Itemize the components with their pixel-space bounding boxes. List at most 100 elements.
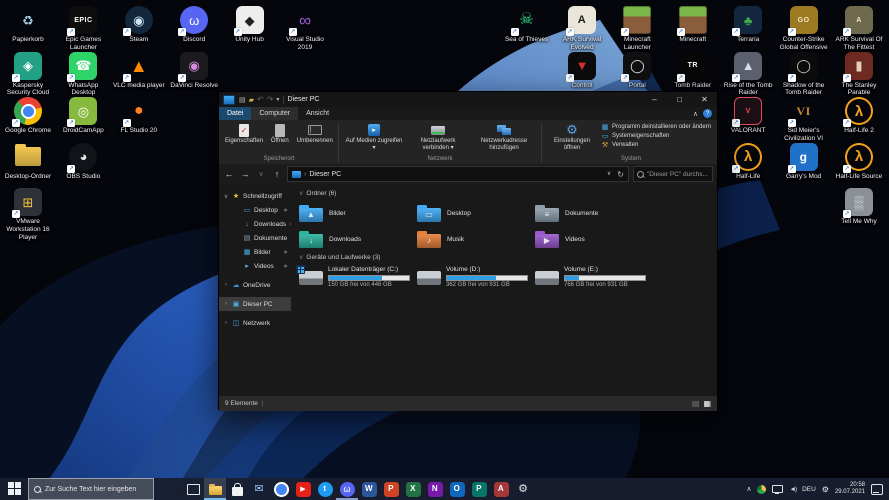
network-icon[interactable]: [772, 485, 783, 493]
taskbar-icon-chrome[interactable]: [270, 478, 292, 500]
up-icon[interactable]: ↑: [271, 169, 283, 179]
taskbar-icon-excel[interactable]: X: [402, 478, 424, 500]
language-indicator[interactable]: DEU: [802, 486, 816, 493]
tree-chevron-icon[interactable]: ›: [223, 301, 229, 307]
taskbar-icon-publisher[interactable]: P: [468, 478, 490, 500]
desktop-icon-vmware-workstation-16-player[interactable]: ⊞↗ VMware Workstation 16 Player: [1, 188, 55, 241]
desktop-icon-recycle-bin[interactable]: ♻ Papierkorb: [1, 6, 55, 44]
eigenschaften-button[interactable]: ✓ Eigenschaften: [223, 122, 265, 146]
redo-icon[interactable]: ↷: [267, 95, 274, 104]
desktop-icon-garrys-mod[interactable]: g↗ Garry's Mod: [777, 143, 831, 181]
netzwerkadresse-hinzufuegen-button[interactable]: Netzwerkadresse hinzufügen: [470, 122, 538, 152]
desktop-icon-ark-survival-evolved[interactable]: A↗ ARK Survival Evolved: [555, 6, 609, 52]
sidebar-item-netzwerk[interactable]: › ◫ Netzwerk: [219, 316, 291, 330]
properties-quick-icon[interactable]: ▤: [239, 96, 246, 104]
desktop-icon-half-life[interactable]: λ↗ Half-Life: [721, 143, 775, 181]
taskbar-icon-mail[interactable]: ✉: [248, 478, 270, 500]
minimize-button[interactable]: –: [642, 92, 667, 107]
close-button[interactable]: ✕: [692, 92, 717, 107]
titlebar[interactable]: ▤ ▰ ↶ ↷ ▾ | Dieser PC – □ ✕: [219, 92, 717, 107]
desktop-icon-obs-studio[interactable]: ◕↗ OBS Studio: [56, 143, 110, 181]
explorer-search-input[interactable]: "Dieser PC" durchs...: [633, 166, 713, 182]
sidebar-item-onedrive[interactable]: › ☁ OneDrive: [219, 278, 291, 292]
sidebar-item-videos[interactable]: ▸ Videos ∗: [219, 259, 291, 273]
address-bar[interactable]: › Dieser PC ∨ ↻: [287, 166, 629, 182]
desktop-icon-tell-me-why[interactable]: ▒↗ Tell Me Why: [832, 188, 886, 226]
desktop-icon-minecraft[interactable]: ↗ Minecraft: [666, 6, 720, 44]
drives-group-header[interactable]: ∨ Geräte und Laufwerke (3): [299, 254, 717, 261]
desktop-icon-sid-meiers-civilization-vi[interactable]: VI↗ Sid Meier's Civilization VI: [777, 97, 831, 143]
tray-gear-icon[interactable]: ⚙: [822, 485, 829, 494]
sidebar-item-bilder[interactable]: ▦ Bilder ∗: [219, 245, 291, 259]
drive-tile-volumed[interactable]: Volume (D:) 362 GB frei von 931 GB: [417, 264, 535, 294]
taskbar-icon-discord[interactable]: ω: [336, 478, 358, 500]
taskbar-icon-microsoft-store[interactable]: [226, 478, 248, 500]
desktop-icon-epic-games-launcher[interactable]: EPIC↗ Epic Games Launcher: [56, 6, 110, 52]
quick-access-toolbar[interactable]: ▤ ▰ ↶ ↷ ▾: [239, 95, 279, 104]
desktop-icon-fl-studio-20[interactable]: ●↗ FL Studio 20: [112, 97, 166, 135]
desktop-icon-vlc-media-player[interactable]: ▲↗ VLC media player: [112, 52, 166, 90]
desktop-icon-discord[interactable]: ω↗ Discord: [167, 6, 221, 44]
undo-icon[interactable]: ↶: [257, 95, 264, 104]
netzlaufwerk-verbinden-button[interactable]: Netzlaufwerk verbinden ▾: [406, 122, 470, 152]
sidebar-item-dokumente[interactable]: ▤ Dokumente ∗: [219, 231, 291, 245]
desktop-icon-shadow-of-the-tomb-raider[interactable]: ◯↗ Shadow of the Tomb Raider: [777, 52, 831, 98]
desktop-icon-rise-of-the-tomb-raider[interactable]: ▲↗ Rise of the Tomb Raider: [721, 52, 775, 98]
taskbar-search-input[interactable]: Zur Suche Text hier eingeben: [28, 478, 154, 500]
desktop-icon-terraria[interactable]: ♣↗ Terraria: [721, 6, 775, 44]
ribbon-collapse-icon[interactable]: ∧: [693, 110, 698, 118]
desktop-icon-valorant[interactable]: V↗ VALORANT: [721, 97, 775, 135]
help-icon[interactable]: ?: [703, 109, 712, 118]
back-icon[interactable]: ←: [223, 169, 235, 179]
tree-chevron-icon[interactable]: ›: [223, 282, 229, 288]
desktop-icon-minecraft-launcher[interactable]: ↗ Minecraft Launcher: [610, 6, 664, 52]
folder-tile-dokumente[interactable]: ≡ Dokumente: [535, 200, 653, 226]
auf-medien-zugreifen-button[interactable]: ▸ Auf Medien zugreifen ▾: [342, 122, 406, 152]
desktop-icon-droidcamapp[interactable]: ◎↗ DroidCamApp: [56, 97, 110, 135]
desktop-icon-desktop-ordner[interactable]: Desktop-Ordner: [1, 143, 55, 181]
programm-deinstallieren-button[interactable]: ▦ Programm deinstallieren oder ändern: [601, 123, 711, 131]
taskbar-icon-powerpoint[interactable]: P: [380, 478, 402, 500]
desktop-icon-ark-survival-of-the-fittest[interactable]: A↗ ARK Survival Of The Fittest: [832, 6, 886, 52]
einstellungen-oeffnen-button[interactable]: ⚙ Einstellungen öffnen: [545, 122, 599, 152]
sidebar-item-dieser-pc[interactable]: › ▣ Dieser PC: [219, 297, 291, 311]
taskbar-icon-youtube[interactable]: ▶: [292, 478, 314, 500]
folder-tile-downloads[interactable]: ↓ Downloads: [299, 226, 417, 252]
address-dropdown-icon[interactable]: ∨: [607, 170, 611, 179]
start-button[interactable]: [4, 478, 26, 500]
taskbar-icon-twitter[interactable]: t: [314, 478, 336, 500]
desktop-icon-whatsapp-desktop[interactable]: ☎↗ WhatsApp Desktop: [56, 52, 110, 98]
tree-chevron-icon[interactable]: ∨: [223, 193, 229, 200]
clock[interactable]: 20:58 29.07.2021: [835, 482, 865, 497]
desktop-icon-unity-hub[interactable]: ◆↗ Unity Hub: [223, 6, 277, 44]
sidebar-item-downloads[interactable]: ↓ Downloads ∗: [219, 217, 291, 231]
recent-locations-chevron-icon[interactable]: ∨: [255, 170, 267, 178]
breadcrumb[interactable]: Dieser PC: [309, 171, 341, 178]
desktop-icon-control[interactable]: ▼↗ Control: [555, 52, 609, 90]
systemeigenschaften-button[interactable]: ▭ Systemeigenschaften: [601, 132, 711, 140]
taskbar-icon-access[interactable]: A: [490, 478, 512, 500]
taskbar-icon-outlook[interactable]: O: [446, 478, 468, 500]
desktop-icon-half-life-source[interactable]: λ↗ Half-Life Source: [832, 143, 886, 181]
taskbar-icon-task-view[interactable]: [182, 478, 204, 500]
customize-toolbar-chevron-icon[interactable]: ▾: [276, 96, 279, 103]
tab-ansicht[interactable]: Ansicht: [298, 107, 337, 120]
maximize-button[interactable]: □: [667, 92, 692, 107]
desktop-icon-half-life-2[interactable]: λ↗ Half-Life 2: [832, 97, 886, 135]
drive-tile-lokalerdatentrgerc[interactable]: Lokaler Datenträger (C:) 150 GB frei von…: [299, 264, 417, 294]
desktop-icon-portal[interactable]: ◯↗ Portal: [610, 52, 664, 90]
thumbnails-view-icon[interactable]: ▦: [703, 399, 711, 408]
forward-icon[interactable]: →: [239, 169, 251, 179]
desktop-icon-sea-of-thieves[interactable]: ☠↗ Sea of Thieves: [500, 6, 554, 44]
new-folder-quick-icon[interactable]: ▰: [249, 96, 254, 104]
desktop-icon-davinci-resolve[interactable]: ◉↗ DaVinci Resolve: [167, 52, 221, 90]
desktop-icon-visual-studio-2019[interactable]: ∞↗ Visual Studio 2019: [278, 6, 332, 52]
taskbar-icon-file-explorer[interactable]: [204, 478, 226, 500]
tab-datei[interactable]: Datei: [219, 107, 251, 120]
tray-app-icon[interactable]: [757, 485, 766, 494]
action-center-icon[interactable]: [871, 484, 883, 495]
folder-tile-videos[interactable]: ▶ Videos: [535, 226, 653, 252]
oeffnen-button[interactable]: Öffnen: [265, 122, 295, 146]
verwalten-button[interactable]: ⚒ Verwalten: [601, 141, 711, 149]
volume-icon[interactable]: ◄): [789, 486, 796, 493]
